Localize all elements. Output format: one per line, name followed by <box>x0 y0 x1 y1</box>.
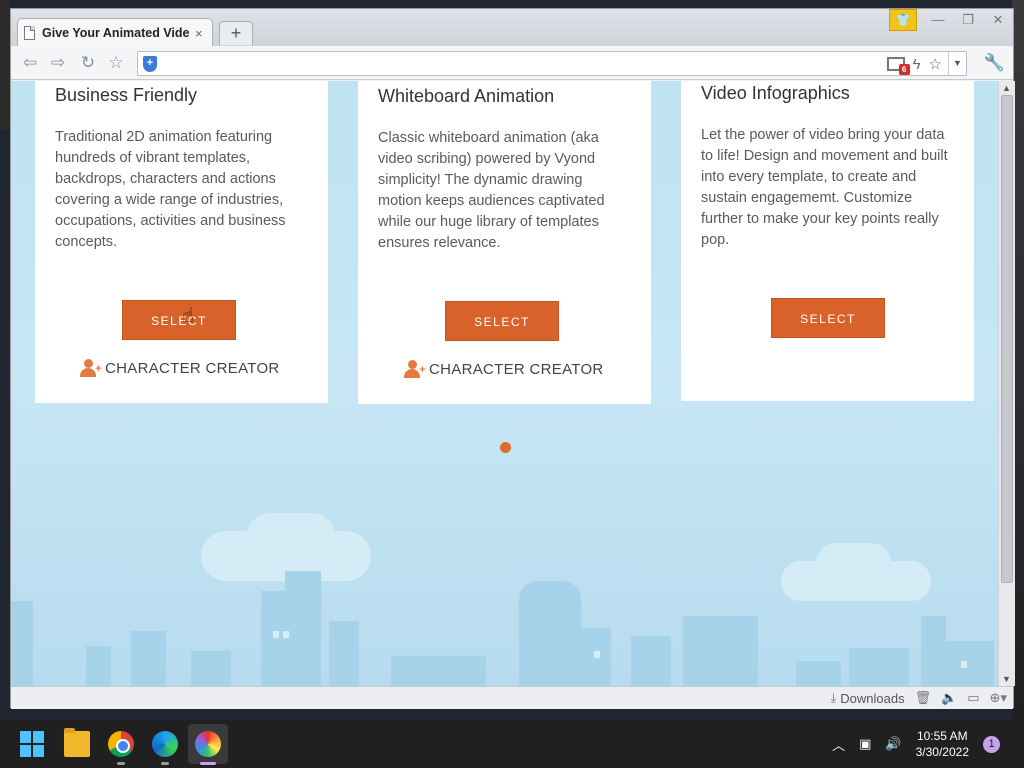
chrome-icon[interactable] <box>108 731 134 757</box>
volume-icon[interactable]: 🔊 <box>885 736 901 752</box>
notifications-icon[interactable]: 6 <box>886 57 910 75</box>
card-business-friendly: Business Friendly Traditional 2D animati… <box>35 81 328 403</box>
building <box>796 661 841 686</box>
card-title: Video Infographics <box>701 83 850 103</box>
file-explorer-icon[interactable] <box>64 728 90 757</box>
edge-icon[interactable] <box>152 731 178 757</box>
downloads-link[interactable]: Downloads <box>840 691 904 706</box>
building <box>131 631 166 686</box>
chevron-down-icon[interactable]: ▼ <box>948 52 966 75</box>
card-description: Traditional 2D animation featuring hundr… <box>55 129 286 250</box>
monitor-icon[interactable]: ▭ <box>967 690 979 706</box>
close-tab-icon[interactable]: × <box>195 26 203 41</box>
trash-icon[interactable]: 🗑 <box>915 690 932 706</box>
building <box>556 628 611 686</box>
reload-icon[interactable]: ↻ <box>77 53 99 73</box>
add-user-icon: + <box>80 359 102 377</box>
zoom-icon[interactable]: ⊕▾ <box>990 690 1007 706</box>
card-title: Whiteboard Animation <box>378 86 555 106</box>
building <box>683 616 758 686</box>
building <box>391 656 486 686</box>
cloud <box>816 543 891 583</box>
building <box>86 646 111 686</box>
taskbar: ︿ ▣ 🔊 10:55 AM 3/30/2022 1 <box>0 720 1024 768</box>
card-whiteboard-animation: Whiteboard Animation Classic whiteboard … <box>358 81 651 404</box>
clock[interactable]: 10:55 AM 3/30/2022 <box>916 728 969 760</box>
chevron-up-icon[interactable]: ︿ <box>832 735 845 754</box>
character-creator-link[interactable]: + CHARACTER CREATOR <box>80 359 280 377</box>
character-creator-label: CHARACTER CREATOR <box>105 359 280 377</box>
select-button[interactable]: SELECT <box>445 301 559 341</box>
address-bar[interactable]: + 6 ϟ ☆ ▼ <box>137 51 967 76</box>
bookmark-star-icon[interactable]: ☆ <box>105 53 127 73</box>
back-arrow-icon[interactable]: ⇦ <box>19 53 41 73</box>
add-user-icon: + <box>404 360 426 378</box>
running-indicator <box>117 762 125 765</box>
active-indicator <box>200 762 216 765</box>
favorite-star-icon[interactable]: ☆ <box>929 55 942 73</box>
browser-window: Give Your Animated Vide × + 👕 — ❐ ✕ ⇦ ⇨ … <box>10 8 1015 709</box>
window-controls: 👕 — ❐ ✕ <box>889 9 1013 31</box>
network-icon[interactable]: ▣ <box>859 736 871 752</box>
scrollbar-thumb[interactable] <box>1001 95 1013 583</box>
character-creator-label: CHARACTER CREATOR <box>429 360 604 378</box>
pinwheel-app-icon[interactable] <box>195 731 221 757</box>
card-title: Business Friendly <box>55 85 198 105</box>
building-window <box>283 631 289 638</box>
notification-badge[interactable]: 1 <box>983 735 1000 753</box>
clock-date: 3/30/2022 <box>915 745 969 759</box>
character-creator-link[interactable]: + CHARACTER CREATOR <box>404 360 604 378</box>
building-window <box>594 651 600 658</box>
page-icon <box>24 26 35 40</box>
navigation-toolbar: ⇦ ⇨ ↻ ☆ + 6 ϟ ☆ ▼ 🔧 <box>11 46 1013 80</box>
desktop-edge <box>0 0 10 130</box>
building <box>631 636 671 686</box>
page-viewport: Business Friendly Traditional 2D animati… <box>11 81 998 686</box>
close-window-icon[interactable]: ✕ <box>983 9 1013 31</box>
vertical-scrollbar[interactable]: ▲ ▼ <box>998 81 1015 686</box>
new-tab-button[interactable]: + <box>219 21 253 45</box>
windows-start-icon[interactable] <box>20 731 46 757</box>
scroll-down-icon[interactable]: ▼ <box>1002 674 1011 684</box>
active-tab[interactable]: Give Your Animated Vide × <box>17 18 213 47</box>
building <box>285 571 321 686</box>
download-icon[interactable]: ⤓ <box>831 690 837 706</box>
card-description: Classic whiteboard animation (aka video … <box>378 130 605 251</box>
status-bar: ⤓ Downloads 🗑 🔈 ▭ ⊕▾ <box>11 686 1013 709</box>
speaker-icon[interactable]: 🔈 <box>941 690 957 706</box>
hand-cursor-icon: ☝ <box>182 305 195 327</box>
forward-arrow-icon[interactable]: ⇨ <box>47 53 69 73</box>
notification-badge: 6 <box>898 64 910 75</box>
cloud <box>246 513 336 563</box>
building <box>11 601 33 686</box>
clock-time: 10:55 AM <box>916 729 968 743</box>
tab-title: Give Your Animated Vide <box>42 26 190 40</box>
carousel-dot[interactable] <box>500 442 511 453</box>
card-description: Let the power of video bring your data t… <box>701 127 948 248</box>
building <box>191 651 231 686</box>
building-window <box>273 631 279 638</box>
card-video-infographics: Video Infographics Let the power of vide… <box>681 81 974 401</box>
shield-icon[interactable]: + <box>143 56 157 72</box>
minimize-icon[interactable]: — <box>923 9 953 31</box>
running-indicator <box>161 762 169 765</box>
scroll-up-icon[interactable]: ▲ <box>1002 83 1011 93</box>
shirt-extension-icon[interactable]: 👕 <box>889 9 917 31</box>
select-button[interactable]: SELECT <box>771 298 885 338</box>
building-window <box>961 661 967 668</box>
title-bar: Give Your Animated Vide × + 👕 — ❐ ✕ <box>11 9 1013 47</box>
select-button[interactable]: SELECT <box>122 300 236 340</box>
restore-icon[interactable]: ❐ <box>953 9 983 31</box>
system-tray: ︿ ▣ 🔊 10:55 AM 3/30/2022 1 <box>832 720 1000 768</box>
wrench-icon[interactable]: 🔧 <box>984 53 1005 73</box>
lightning-icon[interactable]: ϟ <box>913 56 921 73</box>
building <box>329 621 359 686</box>
building <box>849 648 909 686</box>
